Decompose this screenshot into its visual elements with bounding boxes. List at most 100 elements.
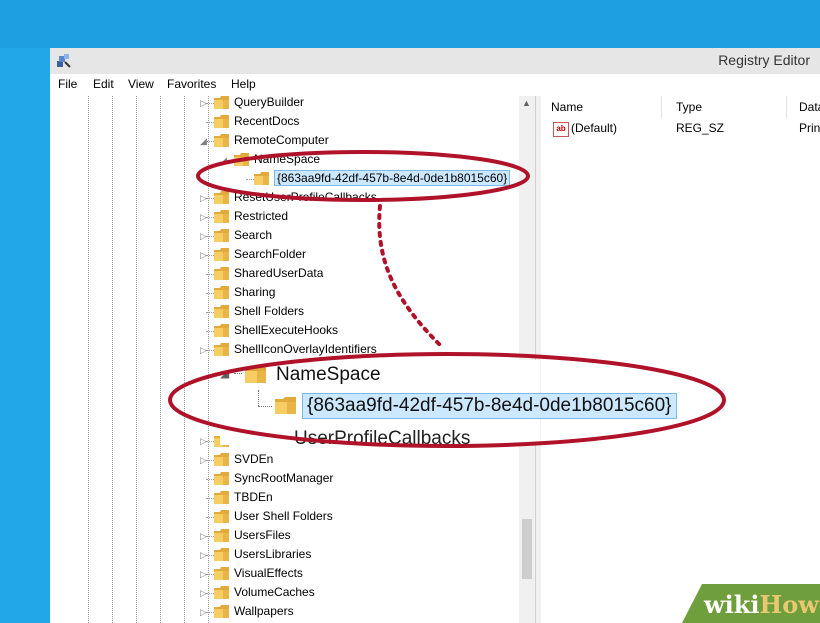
- tree-item[interactable]: TBDEn: [50, 489, 520, 507]
- registry-editor-window: Registry Editor File Edit View Favorites…: [50, 48, 820, 623]
- folder-icon: [214, 491, 229, 504]
- folder-icon: [214, 324, 229, 337]
- tree-item-label: SyncRootManager: [234, 471, 334, 485]
- tree-item[interactable]: ▷ ShellIconOverlayIdentifiers: [50, 341, 520, 359]
- scroll-up-arrow-icon[interactable]: ▲: [522, 98, 531, 108]
- column-header-name[interactable]: Name: [551, 100, 583, 114]
- zoom-namespace-label[interactable]: NameSpace: [276, 364, 381, 386]
- watermark-how: How: [759, 590, 819, 619]
- tree-item-label: UsersFiles: [234, 528, 291, 542]
- menu-file[interactable]: File: [58, 77, 77, 91]
- tree-item[interactable]: Shell Folders: [50, 303, 520, 321]
- folder-icon: [214, 229, 229, 242]
- scroll-thumb[interactable]: [522, 519, 532, 579]
- column-header-type[interactable]: Type: [676, 100, 702, 114]
- tree-item-label: SVDEn: [234, 452, 274, 466]
- tree-item[interactable]: ▷ SVDEn: [50, 451, 520, 469]
- tree-item-label: VisualEffects: [234, 566, 303, 580]
- expanded-arrow-icon: ◢: [220, 366, 230, 380]
- tree-item-label: TBDEn: [234, 490, 273, 504]
- tree-item-label: User Shell Folders: [234, 509, 333, 523]
- zoom-selected-key-label[interactable]: {863aa9fd-42df-457b-8e4d-0de1b8015c60}: [302, 393, 677, 419]
- tree-item[interactable]: Sharing: [50, 284, 520, 302]
- folder-icon: [234, 153, 249, 166]
- folder-icon: [214, 115, 229, 128]
- tree-item[interactable]: ▷ Wallpapers: [50, 603, 520, 621]
- zoom-callout: ◢ NameSpace {863aa9fd-42df-457b-8e4d-0de…: [220, 360, 677, 445]
- folder-icon: [214, 248, 229, 261]
- folder-icon: [214, 510, 229, 523]
- tree-item-label: QueryBuilder: [234, 96, 305, 109]
- menu-bar: File Edit View Favorites Help: [50, 74, 820, 97]
- tree-item[interactable]: ▷ ResetUserProfileCallbacks: [50, 189, 520, 207]
- column-header-data[interactable]: Data: [799, 100, 820, 114]
- menu-edit[interactable]: Edit: [93, 77, 114, 91]
- folder-icon: [214, 586, 229, 599]
- tree-item[interactable]: SharedUserData: [50, 265, 520, 283]
- folder-icon: [214, 286, 229, 299]
- column-separator[interactable]: [786, 96, 787, 118]
- tree-item[interactable]: ▷ Search: [50, 227, 520, 245]
- folder-icon: [214, 210, 229, 223]
- tree-item[interactable]: ◢ RemoteComputer: [50, 132, 520, 150]
- tree-item[interactable]: ▷ VisualEffects: [50, 565, 520, 583]
- tree-connector: [258, 390, 259, 406]
- watermark-wiki: wiki: [704, 590, 760, 619]
- registry-editor-icon: [57, 54, 71, 68]
- folder-icon: [275, 397, 296, 414]
- tree-item[interactable]: ▷ UsersLibraries: [50, 546, 520, 564]
- tree-item[interactable]: User Shell Folders: [50, 508, 520, 526]
- folder-icon: [214, 305, 229, 318]
- folder-icon: [214, 472, 229, 485]
- tree-item[interactable]: ◢ NameSpace: [50, 151, 520, 169]
- folder-icon: [245, 366, 266, 383]
- tree-item[interactable]: ShellExecuteHooks: [50, 322, 520, 340]
- folder-icon: [214, 605, 229, 618]
- tree-item[interactable]: ▷ SearchFolder: [50, 246, 520, 264]
- tree-item-label: {863aa9fd-42df-457b-8e4d-0de1b8015c60}: [274, 170, 511, 186]
- watermark-text: wikiHow: [704, 590, 819, 619]
- tree-item-label: RecentDocs: [234, 114, 300, 128]
- tree-item[interactable]: {863aa9fd-42df-457b-8e4d-0de1b8015c60}: [50, 170, 520, 188]
- tree-item[interactable]: RecentDocs: [50, 113, 520, 131]
- folder-icon: [214, 96, 229, 109]
- tree-connector: [258, 406, 272, 407]
- tree-item-label: VolumeCaches: [234, 585, 315, 599]
- tree-item-label: Shell Folders: [234, 304, 305, 318]
- tree-item-label: ShellIconOverlayIdentifiers: [234, 342, 377, 356]
- folder-icon: [214, 567, 229, 580]
- tree-item-label: Sharing: [234, 285, 276, 299]
- zoom-partial-row: UserProfileCallbacks: [280, 426, 540, 445]
- desktop-band: [0, 0, 820, 48]
- tree-item[interactable]: ▷ QueryBuilder: [50, 96, 520, 112]
- tree-item-label: Wallpapers: [234, 604, 294, 618]
- tree-item-label: Restricted: [234, 209, 289, 223]
- tree-item-label: SharedUserData: [234, 266, 324, 280]
- folder-icon: [214, 343, 229, 356]
- value-type: REG_SZ: [676, 121, 725, 135]
- menu-help[interactable]: Help: [231, 77, 256, 91]
- string-value-icon: ab: [553, 122, 569, 137]
- folder-icon: [214, 453, 229, 466]
- tree-item-label: ResetUserProfileCallbacks: [234, 190, 377, 204]
- tree-item[interactable]: ▷ Restricted: [50, 208, 520, 226]
- value-name: (Default): [571, 121, 618, 135]
- tree-item[interactable]: ▷ UsersFiles: [50, 527, 520, 545]
- menu-view[interactable]: View: [128, 77, 154, 91]
- values-pane: Name Type Data ab (Default) REG_SZ Print: [541, 96, 820, 623]
- tree-item-label: ShellExecuteHooks: [234, 323, 339, 337]
- tree-item-label: NameSpace: [254, 152, 321, 166]
- window-title: Registry Editor: [718, 52, 810, 68]
- folder-icon: [214, 267, 229, 280]
- column-separator[interactable]: [661, 96, 662, 118]
- zoom-parent-row: ◢ NameSpace: [220, 360, 540, 390]
- tree-item[interactable]: SyncRootManager: [50, 470, 520, 488]
- menu-favorites[interactable]: Favorites: [167, 77, 216, 91]
- tree-item[interactable]: ▷ VolumeCaches: [50, 584, 520, 602]
- tree-connector: [234, 373, 242, 374]
- folder-icon: [254, 172, 269, 185]
- tree-item-label: SearchFolder: [234, 247, 307, 261]
- folder-icon: [214, 134, 229, 147]
- tree-item-label: RemoteComputer: [234, 133, 329, 147]
- value-row[interactable]: ab (Default) REG_SZ Print: [541, 120, 820, 138]
